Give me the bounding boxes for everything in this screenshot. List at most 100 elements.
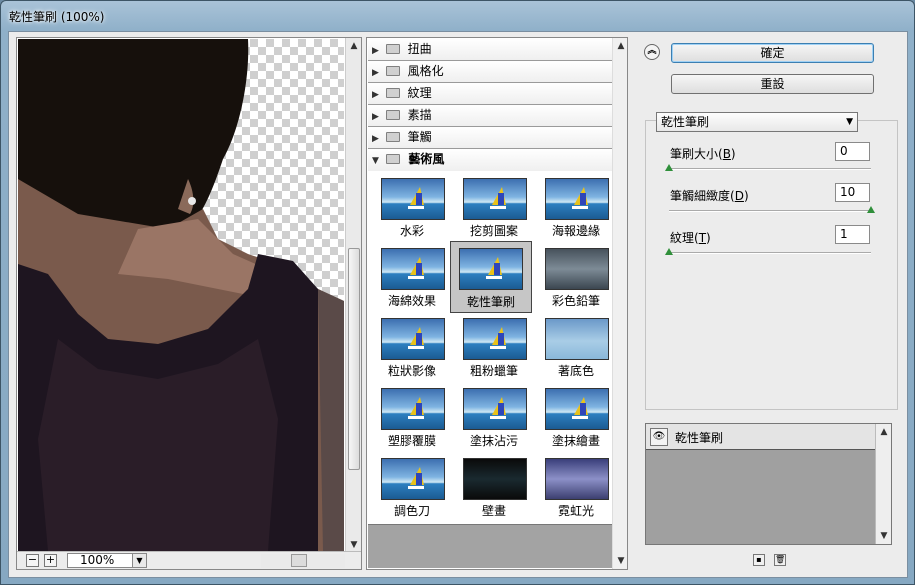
expand-triangle-icon[interactable]: ▶ <box>372 63 382 84</box>
category-stylize[interactable]: ▶ 風格化 <box>368 61 612 83</box>
title-bar[interactable]: 乾性筆刷 (100%) <box>1 1 914 31</box>
filter-label: 塗抹繪畫 <box>551 434 600 448</box>
preview-image[interactable] <box>18 39 344 551</box>
expand-triangle-icon[interactable]: ▶ <box>372 85 382 106</box>
chevron-down-icon[interactable]: ▼ <box>846 113 853 131</box>
slider-knob-icon[interactable] <box>665 164 673 171</box>
label-key: T <box>698 231 707 245</box>
preview-panel: ▲ ▼ − + 100% ▼ <box>16 37 362 570</box>
filter-thumbnail <box>545 388 609 430</box>
brush-detail-input[interactable]: 10 <box>835 183 870 202</box>
folder-open-icon <box>386 154 401 164</box>
category-label: 藝術風 <box>408 152 445 166</box>
filter-list-scrollbar[interactable]: ▲ ▼ <box>612 38 627 569</box>
label-text: ) <box>730 147 736 161</box>
filter-smudge-stick[interactable]: 塗抹沾污 <box>456 383 532 451</box>
filter-colored-pencil[interactable]: 彩色鉛筆 <box>538 243 614 311</box>
filter-thumbnails: 水彩 挖剪圖案 海報邊緣 海綿效果 乾性筆刷 彩色鉛筆 粒狀影像 粗粉蠟筆 著底… <box>368 171 612 533</box>
preview-horizontal-scrollbar[interactable] <box>261 554 345 568</box>
filter-sponge[interactable]: 海綿效果 <box>374 243 450 311</box>
person-back-image <box>18 39 344 551</box>
texture-slider[interactable] <box>665 248 871 255</box>
filter-underpainting[interactable]: 著底色 <box>538 313 614 381</box>
category-texture[interactable]: ▶ 紋理 <box>368 83 612 105</box>
eye-icon[interactable]: 👁 <box>650 428 668 446</box>
effect-layers-panel: 👁 乾性筆刷 ▲ ▼ <box>645 423 892 545</box>
filter-thumbnail <box>545 458 609 500</box>
filter-select-value: 乾性筆刷 <box>661 115 710 129</box>
collapse-triangle-icon[interactable]: ▼ <box>372 151 382 172</box>
filter-settings-panel <box>645 120 898 410</box>
effect-layer-row[interactable]: 👁 乾性筆刷 <box>646 424 876 450</box>
filter-thumbnail <box>463 178 527 220</box>
filter-plastic-wrap[interactable]: 塑膠覆膜 <box>374 383 450 451</box>
category-sketch[interactable]: ▶ 素描 <box>368 105 612 127</box>
filter-neon-glow[interactable]: 霓虹光 <box>538 453 614 521</box>
filter-film-grain[interactable]: 粒狀影像 <box>374 313 450 381</box>
filter-select[interactable]: 乾性筆刷 ▼ <box>656 112 858 132</box>
zoom-in-button[interactable]: + <box>44 554 57 567</box>
filter-rough-pastels[interactable]: 粗粉蠟筆 <box>456 313 532 381</box>
filter-poster-edges[interactable]: 海報邊緣 <box>538 173 614 241</box>
expand-triangle-icon[interactable]: ▶ <box>372 107 382 128</box>
ok-button[interactable]: 確定 <box>671 43 874 63</box>
zoom-out-button[interactable]: − <box>26 554 39 567</box>
filter-watercolor[interactable]: 水彩 <box>374 173 450 241</box>
filter-dry-brush[interactable]: 乾性筆刷 <box>450 241 532 313</box>
category-artistic[interactable]: ▼ 藝術風 <box>368 149 612 171</box>
scroll-up-icon[interactable]: ▲ <box>346 38 362 54</box>
collapse-gallery-button[interactable]: ︽ <box>644 44 660 60</box>
scroll-thumb[interactable] <box>291 554 307 567</box>
folder-icon <box>385 88 400 98</box>
category-brush-strokes[interactable]: ▶ 筆觸 <box>368 127 612 149</box>
preview-vertical-scrollbar[interactable]: ▲ ▼ <box>345 38 361 553</box>
texture-input[interactable]: 1 <box>835 225 870 244</box>
brush-size-label: 筆刷大小(B) <box>670 145 736 162</box>
category-label: 扭曲 <box>407 42 432 56</box>
label-key: B <box>722 147 731 161</box>
slider-knob-icon[interactable] <box>665 248 673 255</box>
scroll-thumb[interactable] <box>348 248 360 470</box>
expand-triangle-icon[interactable]: ▶ <box>372 41 382 62</box>
filter-list: ▶ 扭曲 ▶ 風格化 ▶ 紋理 ▶ 素描 ▶ 筆觸 ▼ 藝術風 水彩 挖剪圖案 … <box>368 39 613 568</box>
chevron-down-icon[interactable]: ▼ <box>132 554 146 567</box>
filter-thumbnail <box>463 388 527 430</box>
filter-gallery-window: 乾性筆刷 (100%) ▲ ▼ − + 100% ▼ ▶ 扭曲 ▶ 風格化 ▶ … <box>0 0 915 585</box>
brush-detail-slider[interactable] <box>669 206 875 213</box>
scroll-up-icon[interactable]: ▲ <box>876 424 892 440</box>
category-label: 素描 <box>407 108 432 122</box>
filter-cutout[interactable]: 挖剪圖案 <box>456 173 532 241</box>
layers-scrollbar[interactable]: ▲ ▼ <box>875 424 891 544</box>
scroll-down-icon[interactable]: ▼ <box>876 528 892 544</box>
filter-palette-knife[interactable]: 調色刀 <box>374 453 450 521</box>
filter-fresco[interactable]: 壁畫 <box>456 453 532 521</box>
category-label: 筆觸 <box>407 130 432 144</box>
new-effect-layer-icon[interactable]: ▪ <box>753 554 765 566</box>
filter-label: 塗抹沾污 <box>469 434 518 448</box>
scroll-up-icon[interactable]: ▲ <box>613 38 629 54</box>
zoom-select[interactable]: 100% ▼ <box>67 553 147 568</box>
filter-label: 塑膠覆膜 <box>387 434 436 448</box>
expand-triangle-icon[interactable]: ▶ <box>372 129 382 150</box>
dialog-client: ▲ ▼ − + 100% ▼ ▶ 扭曲 ▶ 風格化 ▶ 紋理 ▶ 素描 ▶ 筆觸… <box>8 31 908 578</box>
filter-label: 海報邊緣 <box>551 224 600 238</box>
filter-thumbnail <box>545 318 609 360</box>
filter-label: 壁畫 <box>481 504 506 518</box>
category-label: 紋理 <box>407 86 432 100</box>
slider-knob-icon[interactable] <box>867 206 875 213</box>
filter-label: 海綿效果 <box>387 294 436 308</box>
filter-paint-daubs[interactable]: 塗抹繪畫 <box>538 383 614 451</box>
filter-label: 水彩 <box>399 224 424 238</box>
filter-thumbnail <box>381 318 445 360</box>
folder-icon <box>385 44 400 54</box>
brush-size-input[interactable]: 0 <box>835 142 870 161</box>
scroll-down-icon[interactable]: ▼ <box>613 553 629 569</box>
double-chevron-up-icon: ︽ <box>647 46 657 56</box>
folder-icon <box>385 110 400 120</box>
reset-button[interactable]: 重設 <box>671 74 874 94</box>
brush-size-slider[interactable] <box>665 164 871 171</box>
label-text: ) <box>706 231 711 245</box>
trash-icon[interactable]: 🗑 <box>774 554 786 566</box>
filter-label: 著底色 <box>557 364 594 378</box>
category-distort[interactable]: ▶ 扭曲 <box>368 39 612 61</box>
